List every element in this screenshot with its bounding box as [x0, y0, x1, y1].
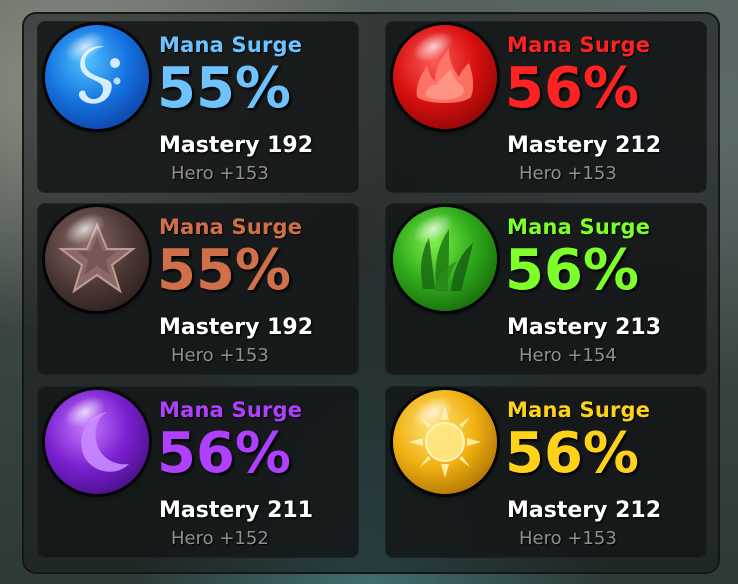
- water-drop-icon: [78, 46, 121, 104]
- mana-surge-panel: Mana Surge 55% Mastery 192 Hero +153 Man…: [22, 12, 720, 574]
- skill-name: Mana Surge: [507, 398, 651, 422]
- hero-bonus: Hero +154: [519, 345, 617, 366]
- mastery-value: Mastery 211: [159, 498, 314, 523]
- dark-orb: [45, 207, 149, 311]
- card-fire[interactable]: Mana Surge 56% Mastery 212 Hero +153: [385, 21, 707, 193]
- surge-percent: 56%: [157, 421, 292, 486]
- hero-bonus: Hero +153: [519, 163, 617, 184]
- card-dark[interactable]: Mana Surge 55% Mastery 192 Hero +153: [37, 203, 359, 375]
- fire-orb: [393, 25, 497, 129]
- card-water[interactable]: Mana Surge 55% Mastery 192 Hero +153: [37, 21, 359, 193]
- moon-orb: [45, 390, 149, 494]
- light-orb: [393, 390, 497, 494]
- skill-name: Mana Surge: [159, 215, 303, 239]
- card-moon[interactable]: Mana Surge 56% Mastery 211 Hero +152: [37, 386, 359, 558]
- leaf-icon: [421, 229, 473, 291]
- skill-name: Mana Surge: [159, 398, 303, 422]
- mastery-value: Mastery 212: [507, 133, 662, 158]
- surge-percent: 56%: [505, 56, 640, 121]
- skill-name: Mana Surge: [507, 215, 651, 239]
- sun-icon: [409, 406, 481, 478]
- surge-percent: 56%: [505, 421, 640, 486]
- water-orb: [45, 25, 149, 129]
- crescent-moon-icon: [81, 412, 129, 472]
- flame-icon: [416, 49, 474, 103]
- nature-orb: [393, 207, 497, 311]
- surge-percent: 56%: [505, 238, 640, 303]
- mastery-value: Mastery 212: [507, 498, 662, 523]
- card-light[interactable]: Mana Surge 56% Mastery 212 Hero +153: [385, 386, 707, 558]
- surge-percent: 55%: [157, 238, 292, 303]
- hero-bonus: Hero +153: [171, 163, 269, 184]
- surge-percent: 55%: [157, 56, 292, 121]
- star-icon: [58, 222, 136, 294]
- hero-bonus: Hero +153: [519, 528, 617, 549]
- hero-bonus: Hero +153: [171, 345, 269, 366]
- mastery-value: Mastery 213: [507, 315, 662, 340]
- hero-bonus: Hero +152: [171, 528, 269, 549]
- skill-name: Mana Surge: [507, 33, 651, 57]
- skill-name: Mana Surge: [159, 33, 303, 57]
- mastery-value: Mastery 192: [159, 315, 314, 340]
- mastery-value: Mastery 192: [159, 133, 314, 158]
- card-nature[interactable]: Mana Surge 56% Mastery 213 Hero +154: [385, 203, 707, 375]
